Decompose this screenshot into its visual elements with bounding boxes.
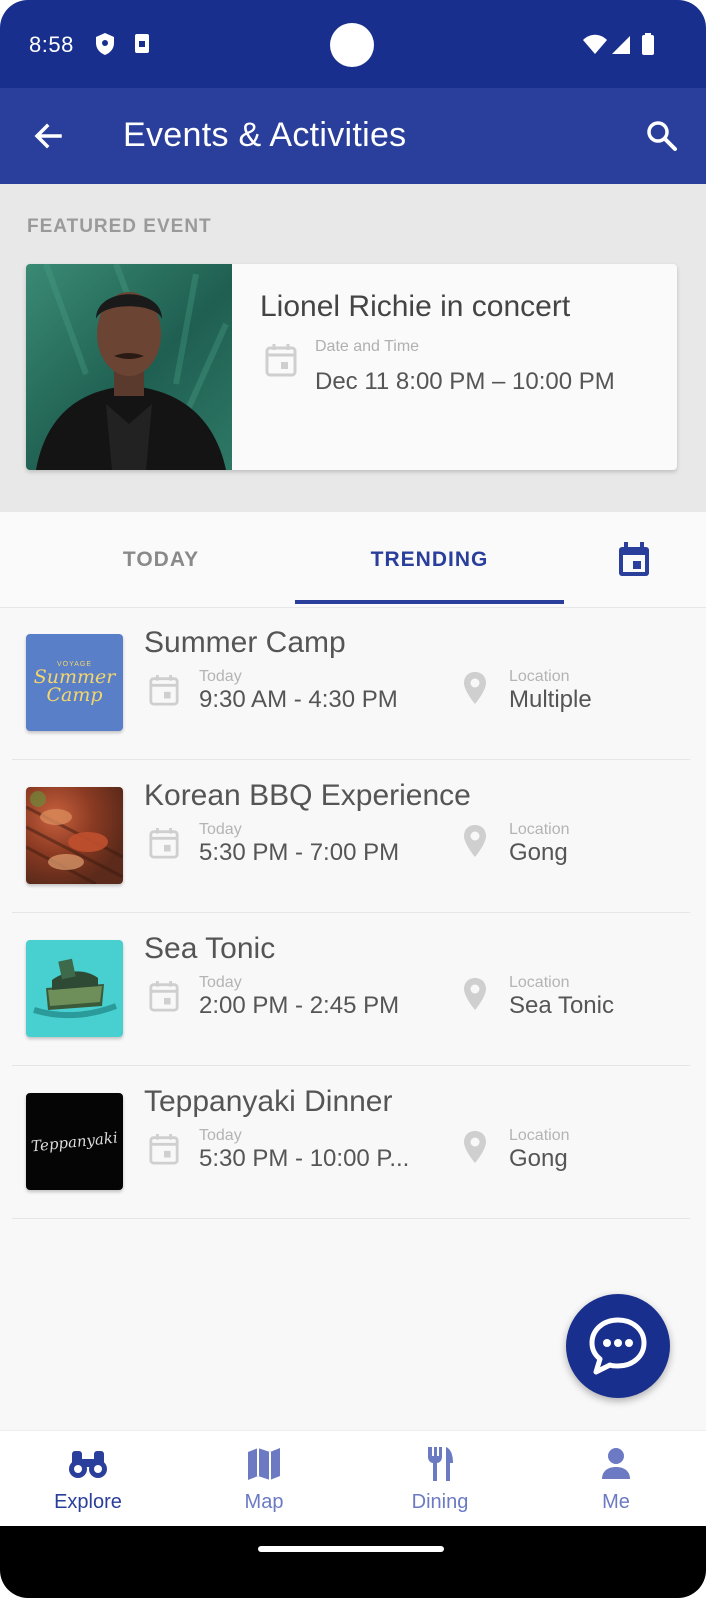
nav-label: Dining [411,1491,469,1513]
event-thumbnail [26,940,123,1037]
wifi-icon [582,32,607,56]
event-day-label: Today [199,974,242,991]
list-item[interactable]: Sea Tonic Today 2:00 PM - 2:45 PM Locati… [0,914,706,1067]
location-pin-icon [462,1129,488,1170]
sim-card-icon [132,32,156,56]
event-thumbnail: VOYAGE Summer Camp [26,634,123,731]
thumb-text: Teppanyaki [30,1128,119,1155]
event-location: Sea Tonic [509,992,614,1019]
tab-indicator [295,600,564,604]
system-gesture-bar [0,1526,706,1598]
event-time: 2:00 PM - 2:45 PM [199,992,400,1019]
event-time: 9:30 AM - 4:30 PM [199,686,398,713]
search-button[interactable] [640,114,684,158]
event-day-label: Today [199,1127,242,1144]
event-title: Sea Tonic [144,932,276,965]
event-thumbnail [26,787,123,884]
event-time: 5:30 PM - 10:00 P... [199,1145,410,1172]
event-day-label: Today [199,821,242,838]
arrow-left-icon [34,123,62,149]
calendar-icon [264,342,298,383]
nav-item-explore[interactable]: Explore [0,1431,176,1527]
featured-event-image [26,264,232,470]
location-pin-icon [462,823,488,864]
fork-knife-icon [352,1445,528,1483]
map-icon [176,1445,352,1483]
battery-icon [640,32,664,56]
nav-item-dining[interactable]: Dining [352,1431,528,1527]
tab-bar: TODAY TRENDING [0,512,706,608]
location-pin-icon [462,670,488,711]
event-location: Multiple [509,686,592,713]
event-location: Gong [509,839,568,866]
calendar-icon [148,1132,180,1171]
camera-cutout [330,23,374,67]
nav-label: Explore [54,1491,122,1513]
tab-trending[interactable]: TRENDING [295,512,564,608]
list-item[interactable]: VOYAGE Summer Camp Summer Camp Today 9:3… [0,608,706,761]
event-location-label: Location [509,974,570,991]
nav-label: Me [602,1491,630,1513]
nav-item-map[interactable]: Map [176,1431,352,1527]
divider [12,1218,690,1219]
status-bar: 8:58 [0,0,706,88]
featured-datetime-value: Dec 11 8:00 PM – 10:00 PM [315,368,615,395]
search-icon [647,121,677,151]
event-location-label: Location [509,1127,570,1144]
back-button[interactable] [28,112,68,160]
divider [12,759,690,760]
event-time: 5:30 PM - 7:00 PM [199,839,400,866]
featured-event-card[interactable]: Lionel Richie in concert Date and Time D… [26,264,677,470]
phone-screen: 8:58 Events & Activities FEATURED EVENT [0,0,706,1598]
app-bar: Events & Activities [0,88,706,184]
event-title: Summer Camp [144,626,346,659]
event-location: Gong [509,1145,568,1172]
bottom-navigation: Explore Map Dining Me [0,1430,706,1526]
calendar-event-icon [619,542,649,576]
list-item[interactable]: Teppanyaki Teppanyaki Dinner Today 5:30 … [0,1067,706,1220]
event-day-label: Today [199,668,242,685]
list-item[interactable]: Korean BBQ Experience Today 5:30 PM - 7:… [0,761,706,914]
chat-button[interactable] [566,1294,670,1398]
nav-item-me[interactable]: Me [528,1431,704,1527]
event-title: Teppanyaki Dinner [144,1085,393,1118]
featured-datetime-label: Date and Time [315,338,420,355]
featured-section: FEATURED EVENT Lionel Richie in concert … [0,184,706,512]
calendar-icon [148,979,180,1018]
featured-label: FEATURED EVENT [27,216,212,237]
calendar-tab-button[interactable] [614,540,654,580]
shield-icon [94,32,118,56]
event-thumbnail: Teppanyaki [26,1093,123,1190]
featured-event-title: Lionel Richie in concert [260,290,571,323]
home-gesture-handle[interactable] [258,1546,444,1552]
event-location-label: Location [509,821,570,838]
status-time: 8:58 [29,32,74,57]
page-title: Events & Activities [123,116,407,154]
tab-today[interactable]: TODAY [28,512,294,608]
event-title: Korean BBQ Experience [144,779,471,812]
binoculars-icon [0,1445,176,1483]
chat-bubble-icon [589,1317,647,1375]
cell-signal-icon [610,32,634,56]
divider [12,912,690,913]
divider [12,1065,690,1066]
calendar-icon [148,673,180,712]
calendar-icon [148,826,180,865]
event-location-label: Location [509,668,570,685]
thumb-text: Summer Camp [33,666,116,706]
person-icon [528,1445,704,1483]
nav-label: Map [244,1491,284,1513]
location-pin-icon [462,976,488,1017]
